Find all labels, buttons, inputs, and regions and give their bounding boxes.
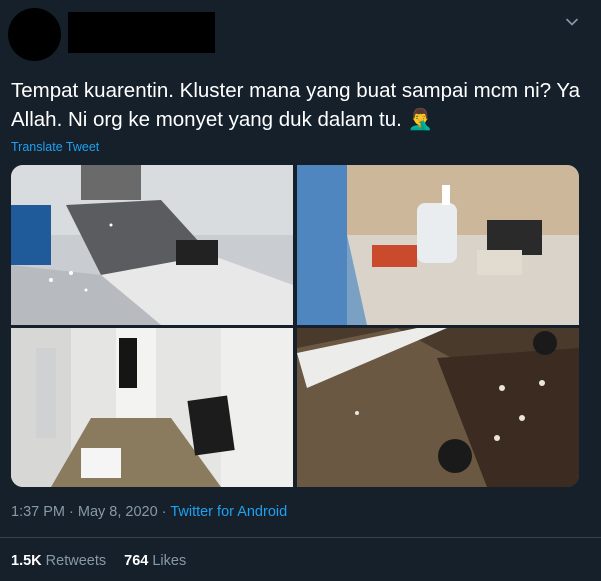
divider — [0, 537, 601, 538]
likes-stat[interactable]: 764 Likes — [124, 553, 186, 569]
photo-broken-table-closeup[interactable] — [297, 328, 579, 487]
photo-hallway-debris[interactable] — [11, 328, 293, 487]
chevron-down-icon[interactable] — [564, 14, 580, 30]
tweet-stats: 1.5K Retweets 764 Likes — [11, 553, 186, 569]
author-name-redacted[interactable] — [68, 12, 215, 53]
tweet-meta: 1:37 PM · May 8, 2020 · Twitter for Andr… — [11, 504, 287, 520]
avatar[interactable] — [8, 8, 61, 61]
translate-tweet-link[interactable]: Translate Tweet — [11, 140, 99, 154]
tweet-timestamp[interactable]: 1:37 PM · May 8, 2020 · — [11, 504, 170, 520]
likes-label: Likes — [152, 553, 187, 569]
retweets-label: Retweets — [45, 553, 107, 569]
photo-kettle-counter[interactable] — [297, 165, 579, 325]
retweets-count: 1.5K — [11, 553, 42, 569]
tweet-text: Tempat kuarentin. Kluster mana yang buat… — [11, 79, 585, 131]
photo-room-broken-table[interactable] — [11, 165, 293, 325]
tweet-media-grid — [11, 165, 579, 487]
tweet-source-link[interactable]: Twitter for Android — [170, 504, 287, 520]
retweets-stat[interactable]: 1.5K Retweets — [11, 553, 106, 569]
likes-count: 764 — [124, 553, 149, 569]
